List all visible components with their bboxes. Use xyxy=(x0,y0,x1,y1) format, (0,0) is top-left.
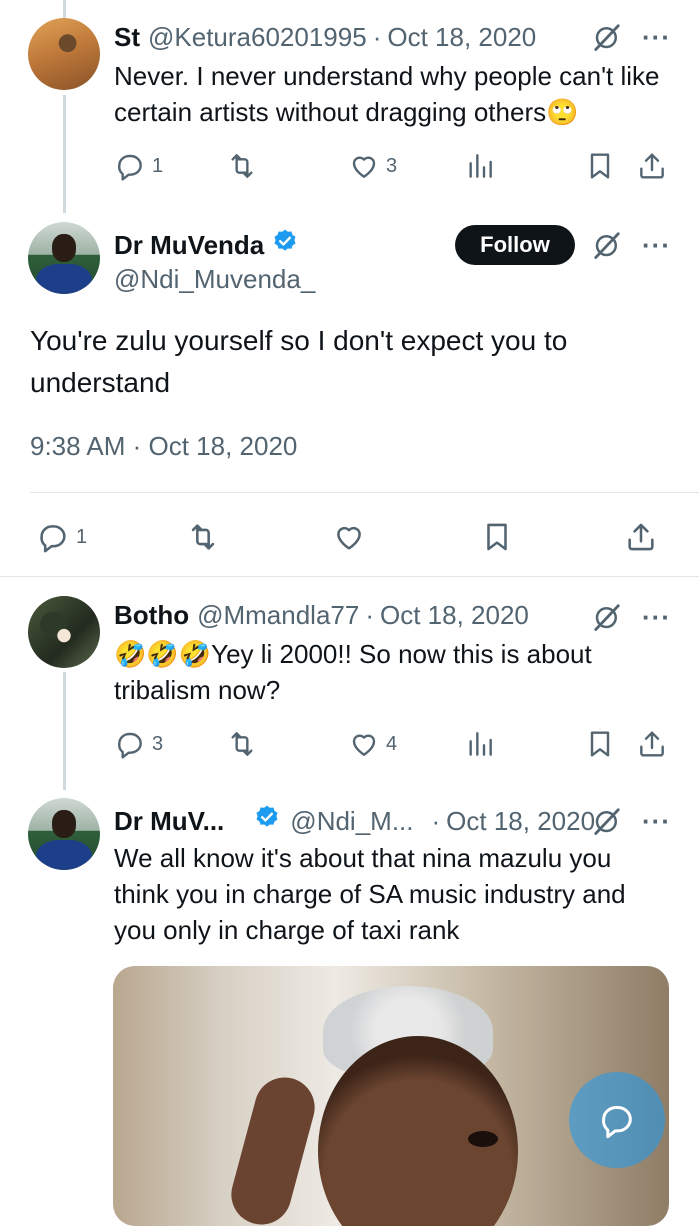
tweet-text: 🤣🤣🤣Yey li 2000!! So now this is about tr… xyxy=(114,639,592,705)
bookmark-icon xyxy=(584,150,616,182)
tweet-menu: ··· xyxy=(592,806,671,836)
image-detail xyxy=(224,1070,322,1226)
retweet-icon xyxy=(226,150,258,182)
separator-dot: · xyxy=(372,22,382,52)
like-count: 3 xyxy=(386,154,398,177)
bookmark-button[interactable] xyxy=(584,150,616,182)
divider xyxy=(30,492,699,493)
retweet-button[interactable] xyxy=(186,520,220,554)
reply-icon xyxy=(114,150,146,182)
reply-count: 1 xyxy=(76,525,88,548)
display-name[interactable]: Botho xyxy=(114,600,189,631)
grok-icon[interactable] xyxy=(592,230,622,260)
action-bar: 3 4 xyxy=(114,728,674,760)
share-icon xyxy=(636,728,668,760)
reply-button[interactable]: 1 xyxy=(114,150,163,182)
heart-icon xyxy=(332,520,366,554)
grok-icon[interactable] xyxy=(592,806,622,836)
reply-button[interactable]: 3 xyxy=(114,728,163,760)
more-icon[interactable]: ··· xyxy=(642,604,671,630)
tweet-text: We all know it's about that nina mazulu … xyxy=(114,843,626,945)
views-icon xyxy=(464,150,496,182)
views-button[interactable] xyxy=(464,150,496,182)
divider xyxy=(0,576,699,577)
reply-icon xyxy=(36,520,70,554)
share-button[interactable] xyxy=(636,150,668,182)
tweet-menu: ··· xyxy=(592,230,671,260)
user-handle[interactable]: @Mmandla77 xyxy=(197,600,359,631)
heart-icon xyxy=(348,150,380,182)
avatar[interactable] xyxy=(28,596,100,668)
user-handle[interactable]: @Ketura60201995 xyxy=(148,22,367,53)
tweet-header: Botho @Mmandla77 · Oct 18, 2020 xyxy=(114,600,529,631)
avatar[interactable] xyxy=(28,18,100,90)
like-button[interactable]: 4 xyxy=(348,728,397,760)
like-button[interactable] xyxy=(332,520,366,554)
user-handle[interactable]: @Ndi_Muvenda_ xyxy=(114,264,315,295)
retweet-icon xyxy=(186,520,220,554)
thread-connector xyxy=(63,95,66,213)
reply-button[interactable]: 1 xyxy=(36,520,87,554)
tweet-menu: ··· xyxy=(592,602,671,632)
reply-icon xyxy=(114,728,146,760)
thread-connector-top xyxy=(63,0,66,18)
handle-row: @Ndi_Muvenda_ xyxy=(114,264,315,295)
like-count: 4 xyxy=(386,732,398,755)
share-button[interactable] xyxy=(636,728,668,760)
share-button[interactable] xyxy=(624,520,658,554)
tweet-header: St @Ketura60201995 · Oct 18, 2020 xyxy=(114,22,536,53)
grok-icon[interactable] xyxy=(592,22,622,52)
bookmark-icon xyxy=(584,728,616,760)
views-icon xyxy=(464,728,496,760)
like-button[interactable]: 3 xyxy=(348,150,397,182)
tweet-menu: ··· xyxy=(592,22,671,52)
display-name[interactable]: Dr MuV... xyxy=(114,806,224,837)
compose-reply-button[interactable] xyxy=(569,1072,665,1168)
tweet-date[interactable]: Oct 18, 2020 xyxy=(380,600,529,631)
thread-connector xyxy=(63,672,66,790)
verified-badge-icon xyxy=(254,804,280,830)
retweet-button[interactable] xyxy=(226,150,258,182)
grok-icon[interactable] xyxy=(592,602,622,632)
tweet-date[interactable]: Oct 18, 2020 xyxy=(446,806,595,837)
more-icon[interactable]: ··· xyxy=(642,232,671,258)
user-handle[interactable]: @Ndi_M... xyxy=(290,806,413,837)
tweet-date[interactable]: Oct 18, 2020 xyxy=(387,22,536,53)
separator-dot: · xyxy=(365,600,375,630)
reply-count: 1 xyxy=(152,154,164,177)
more-icon[interactable]: ··· xyxy=(642,24,671,50)
avatar[interactable] xyxy=(28,798,100,870)
bookmark-button[interactable] xyxy=(584,728,616,760)
tweet-text: Never. I never understand why people can… xyxy=(114,61,660,127)
bookmark-button[interactable] xyxy=(480,520,514,554)
action-bar: 1 3 xyxy=(114,150,674,182)
display-name[interactable]: Dr MuVenda xyxy=(114,230,264,261)
heart-icon xyxy=(348,728,380,760)
separator-dot: · xyxy=(431,806,441,836)
retweet-icon xyxy=(226,728,258,760)
more-icon[interactable]: ··· xyxy=(642,808,671,834)
tweet-text: You're zulu yourself so I don't expect y… xyxy=(30,325,568,398)
tweet-timestamp[interactable]: 9:38 AM · Oct 18, 2020 xyxy=(30,428,297,464)
image-detail xyxy=(468,1131,498,1147)
views-button[interactable] xyxy=(464,728,496,760)
avatar[interactable] xyxy=(28,222,100,294)
reply-compose-icon xyxy=(602,1106,632,1139)
share-icon xyxy=(624,520,658,554)
tweet-header: Dr MuVenda xyxy=(114,228,298,261)
action-bar: 1 xyxy=(36,520,666,554)
share-icon xyxy=(636,150,668,182)
retweet-button[interactable] xyxy=(226,728,258,760)
bookmark-icon xyxy=(480,520,514,554)
verified-badge-icon xyxy=(272,228,298,254)
reply-count: 3 xyxy=(152,732,164,755)
tweet-header: Dr MuV... @Ndi_M... · Oct 18, 2020 xyxy=(114,804,595,837)
follow-button[interactable]: Follow xyxy=(455,225,575,265)
display-name[interactable]: St xyxy=(114,22,140,53)
